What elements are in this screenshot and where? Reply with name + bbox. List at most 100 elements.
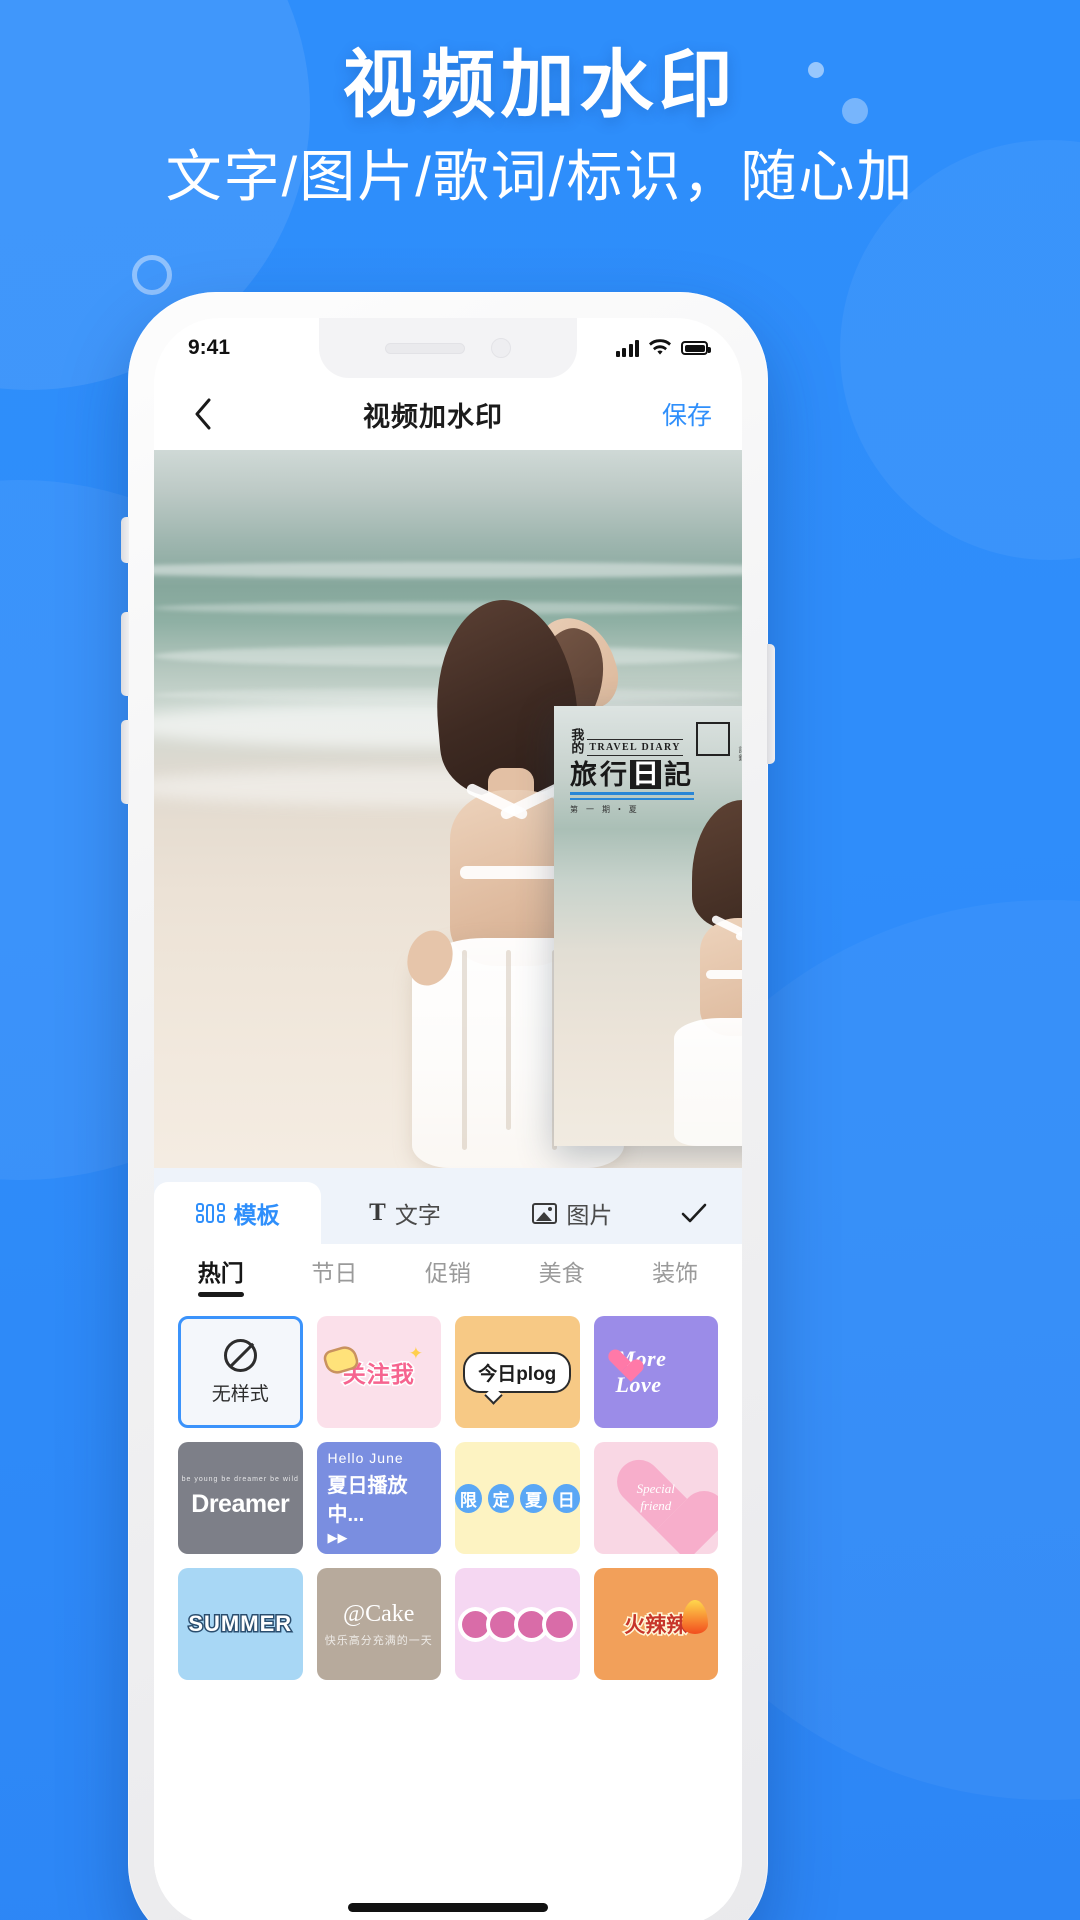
flame-icon	[682, 1600, 708, 1634]
tab-image[interactable]: 图片	[489, 1182, 656, 1244]
figure-skirt	[674, 1018, 742, 1146]
back-button[interactable]	[180, 391, 226, 437]
confirm-button[interactable]	[655, 1182, 732, 1244]
template-label: 火辣辣	[623, 1613, 689, 1639]
template-item-special-friend[interactable]: Special friend	[593, 1442, 718, 1554]
template-item-follow[interactable]: 关注我 ✦	[316, 1316, 441, 1428]
watermark-preview-card[interactable]: 我的 TRAVEL DIARY 旅 行 日 記 第 一 期 • 夏 記録	[554, 706, 742, 1146]
template-label: 无样式	[211, 1383, 269, 1405]
flower-icon	[489, 1610, 517, 1638]
wifi-icon	[649, 339, 671, 355]
template-grid: 无样式 关注我 ✦ 今日plog More Love be young be d…	[154, 1306, 742, 1680]
template-char: 日	[552, 1483, 580, 1513]
phone-mute-switch	[121, 517, 129, 563]
promo-subtitle: 文字/图片/歌词/标识，随心加	[165, 144, 915, 208]
decor-ring	[132, 255, 172, 295]
template-icon	[195, 1203, 225, 1223]
wave-decor	[154, 562, 742, 578]
stamp-char: 旅	[570, 760, 597, 790]
signal-bars-icon	[615, 339, 639, 357]
tab-text[interactable]: T 文字	[321, 1182, 488, 1244]
text-icon: T	[369, 1199, 386, 1226]
stamp-char: 行	[600, 760, 627, 790]
phone-mockup: 9:41 视频加水印 保存 我的 TRAVEL DIARY 旅 行 日 記 第 …	[121, 292, 775, 1920]
stamp-english-label: TRAVEL DIARY	[587, 739, 683, 756]
template-label: Dreamer	[191, 1489, 290, 1518]
status-time: 9:41	[188, 336, 231, 359]
stamp-square-decor	[696, 722, 730, 756]
template-label: Hello June	[327, 1450, 404, 1466]
stamp-side-caption: 記録	[738, 746, 742, 762]
phone-volume-down-button	[121, 720, 129, 804]
stamp-subcaption: 第 一 期 • 夏	[570, 805, 640, 814]
page-title: 视频加水印	[363, 401, 503, 432]
template-line1: Special	[636, 1481, 675, 1497]
watermark-stamp: 我的 TRAVEL DIARY 旅 行 日 記 第 一 期 • 夏 記録	[569, 722, 742, 815]
chevron-left-icon	[195, 398, 211, 430]
promo-title: 视频加水印	[342, 43, 738, 126]
heart-icon	[608, 1350, 635, 1377]
figure-strap	[706, 970, 742, 979]
stamp-corner-label: 我的	[569, 728, 585, 754]
check-icon	[681, 1203, 707, 1223]
template-line2: 夏日播放中...	[327, 1475, 408, 1526]
phone-volume-up-button	[121, 612, 129, 696]
stamp-char-boxed: 日	[630, 759, 661, 789]
tab-text-label: 文字	[394, 1202, 441, 1228]
status-indicators	[615, 339, 711, 357]
template-label: 今日plog	[463, 1351, 572, 1393]
template-item-flower[interactable]	[455, 1568, 580, 1680]
stamp-top-row: 我的 TRAVEL DIARY	[569, 722, 730, 756]
skirt-fold	[506, 950, 511, 1130]
flower-icon	[517, 1610, 545, 1638]
template-item-summer[interactable]: SUMMER	[178, 1568, 303, 1680]
watermark-card-figure	[672, 800, 742, 1146]
template-line2: friend	[640, 1498, 672, 1513]
status-bar: 9:41	[154, 318, 742, 378]
category-tab-promo[interactable]: 促销	[391, 1254, 505, 1297]
template-char: 夏	[520, 1483, 547, 1513]
sparkle-icon: ✦	[408, 1344, 423, 1363]
category-tab-holiday[interactable]: 节日	[278, 1254, 392, 1297]
phone-power-button	[767, 644, 775, 764]
editor-tabbar: 模板 T 文字 图片	[154, 1168, 742, 1244]
template-tagline: be young be dreamer be wild	[181, 1476, 299, 1483]
category-tab-decor[interactable]: 装饰	[618, 1254, 732, 1297]
template-label: @Cake	[343, 1600, 415, 1627]
template-item-plog[interactable]: 今日plog	[455, 1316, 580, 1428]
template-item-cake[interactable]: @Cake 快乐高分充满的一天	[316, 1568, 441, 1680]
template-item-dreamer[interactable]: be young be dreamer be wild Dreamer	[178, 1442, 303, 1554]
stamp-char: 記	[664, 760, 691, 790]
phone-screen: 9:41 视频加水印 保存 我的 TRAVEL DIARY 旅 行 日 記 第 …	[154, 318, 742, 1920]
tab-image-label: 图片	[566, 1202, 613, 1228]
skirt-fold	[462, 950, 467, 1150]
flower-icon	[461, 1610, 489, 1638]
no-style-icon	[223, 1338, 257, 1372]
template-item-limited-summer[interactable]: 限 定 夏 日	[455, 1442, 580, 1554]
figure-hair	[692, 800, 742, 930]
template-label: SUMMER	[187, 1610, 293, 1638]
flower-icon	[545, 1610, 573, 1638]
template-item-spicy[interactable]: 火辣辣	[593, 1568, 718, 1680]
template-label: Special friend	[637, 1481, 675, 1515]
template-item-love[interactable]: More Love	[593, 1316, 718, 1428]
tab-template[interactable]: 模板	[154, 1182, 322, 1244]
video-preview[interactable]: 我的 TRAVEL DIARY 旅 行 日 記 第 一 期 • 夏 記録	[154, 450, 742, 1168]
template-item-june[interactable]: Hello June 夏日播放中... ▶▶	[316, 1442, 441, 1554]
home-indicator[interactable]	[348, 1903, 548, 1912]
tab-template-label: 模板	[233, 1202, 280, 1228]
app-navbar: 视频加水印 保存	[154, 378, 742, 450]
editor-panel: 模板 T 文字 图片 热门 节日 促销 美食 装饰 无样式 关注我 ✦ 今日pl…	[154, 1168, 742, 1920]
save-button[interactable]: 保存	[640, 396, 716, 432]
template-char: 限	[455, 1483, 482, 1513]
image-icon	[532, 1202, 558, 1224]
template-sub: 快乐高分充满的一天	[324, 1634, 433, 1647]
category-tab-hot[interactable]: 热门	[164, 1254, 278, 1297]
category-tab-food[interactable]: 美食	[505, 1254, 619, 1297]
template-line3: ▶▶	[327, 1530, 348, 1545]
promo-headline: 视频加水印 文字/图片/歌词/标识，随心加	[0, 43, 1080, 210]
stamp-main-title: 旅 行 日 記	[570, 760, 730, 789]
template-item-none[interactable]: 无样式	[178, 1316, 303, 1428]
battery-full-icon	[681, 341, 711, 355]
stamp-rule-lines	[570, 792, 730, 800]
